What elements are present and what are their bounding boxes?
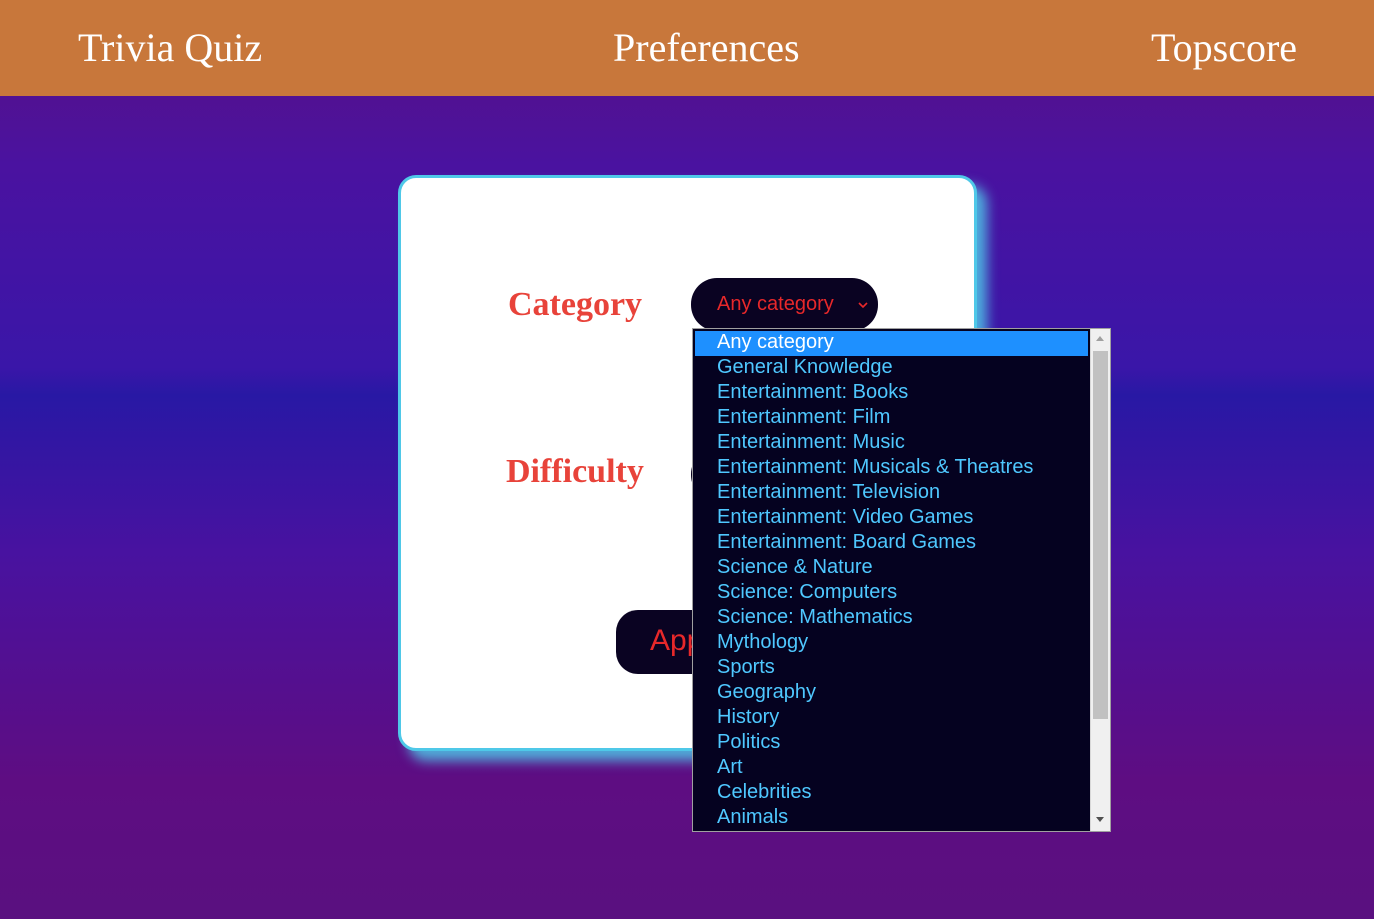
- nav-link-topscore[interactable]: Topscore: [1151, 22, 1297, 74]
- category-option[interactable]: Politics: [695, 731, 1088, 756]
- category-option[interactable]: Entertainment: Music: [695, 431, 1088, 456]
- chevron-down-icon: [858, 302, 868, 309]
- category-option[interactable]: General Knowledge: [695, 356, 1088, 381]
- category-option[interactable]: Science & Nature: [695, 556, 1088, 581]
- category-option[interactable]: Science: Mathematics: [695, 606, 1088, 631]
- scroll-down-arrow-icon[interactable]: [1096, 817, 1104, 822]
- category-dropdown-list[interactable]: Any category General Knowledge Entertainme…: [692, 328, 1111, 832]
- category-option[interactable]: Entertainment: Film: [695, 406, 1088, 431]
- category-option[interactable]: Sports: [695, 656, 1088, 681]
- category-option[interactable]: Entertainment: Board Games: [695, 531, 1088, 556]
- category-option[interactable]: Any category: [695, 331, 1088, 356]
- category-option[interactable]: Mythology: [695, 631, 1088, 656]
- category-option[interactable]: Entertainment: Video Games: [695, 506, 1088, 531]
- category-option[interactable]: Animals: [695, 806, 1088, 829]
- category-option[interactable]: Art: [695, 756, 1088, 781]
- nav-brand-trivia-quiz[interactable]: Trivia Quiz: [78, 22, 262, 74]
- category-select[interactable]: Any category: [691, 278, 878, 331]
- dropdown-scrollbar[interactable]: [1090, 329, 1110, 831]
- category-options: Any category General Knowledge Entertainme…: [695, 331, 1088, 829]
- category-option[interactable]: Geography: [695, 681, 1088, 706]
- category-option[interactable]: Science: Computers: [695, 581, 1088, 606]
- nav-link-preferences[interactable]: Preferences: [613, 22, 800, 74]
- category-option[interactable]: Entertainment: Television: [695, 481, 1088, 506]
- difficulty-label: Difficulty: [506, 453, 644, 490]
- navbar: Trivia Quiz Preferences Topscore: [0, 0, 1374, 96]
- category-option[interactable]: Entertainment: Musicals & Theatres: [695, 456, 1088, 481]
- scroll-thumb[interactable]: [1093, 351, 1108, 719]
- category-select-value: Any category: [717, 293, 834, 315]
- category-label: Category: [508, 286, 643, 323]
- scroll-up-arrow-icon[interactable]: [1096, 336, 1104, 341]
- category-option[interactable]: Celebrities: [695, 781, 1088, 806]
- category-option[interactable]: History: [695, 706, 1088, 731]
- category-option[interactable]: Entertainment: Books: [695, 381, 1088, 406]
